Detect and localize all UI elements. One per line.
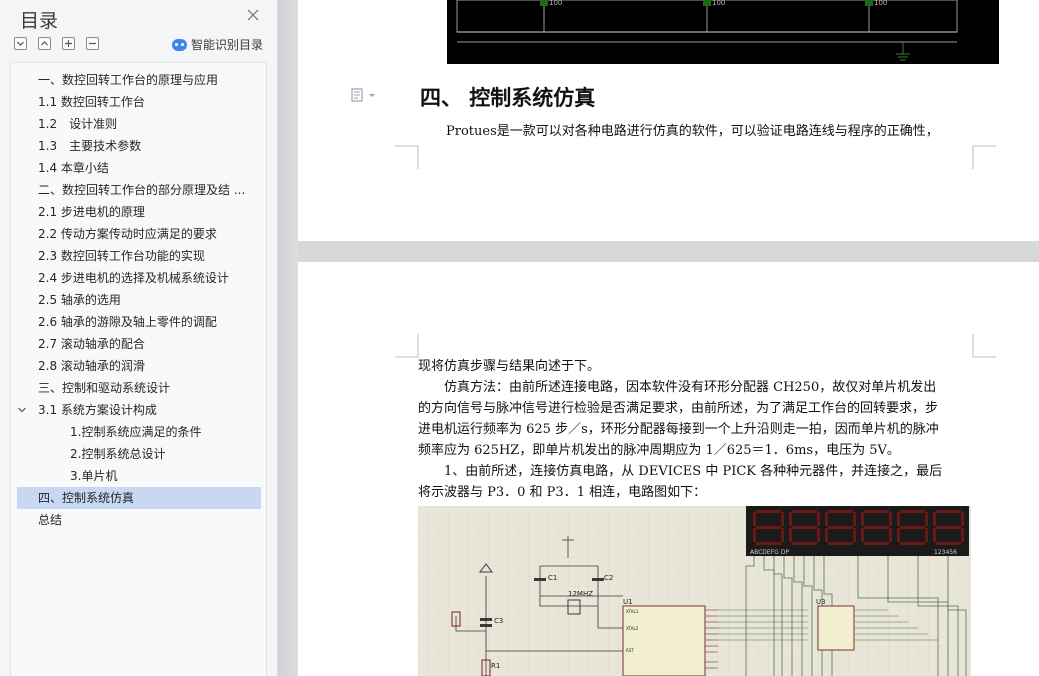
page-corner-mark [972,334,996,358]
toc-subitem[interactable]: 1.控制系统应满足的条件 [17,421,261,443]
smart-toc-button[interactable]: 智能识别目录 [172,36,263,53]
toc-item[interactable]: 1.2 设计准则 [17,113,261,135]
toc-item[interactable]: 2.2 传动方案传动时应满足的要求 [17,223,261,245]
paragraph-line: 将示波器与 P3．0 和 P3．1 相连，电路图如下： [418,485,707,500]
circuit-diagram: ABCDEFG DP 123456 U1 XTAL1 XTAL2 RST U3 … [418,506,971,676]
toc-item[interactable]: 2.4 步进电机的选择及机械系统设计 [17,267,261,289]
component-label: C2 [604,574,613,582]
toc-subitem[interactable]: 2.控制系统总设计 [17,443,261,465]
scroll-gutter [278,0,298,676]
toc-item[interactable]: 一、数控回转工作台的原理与应用 [17,69,261,91]
toc-item-active[interactable]: 四、控制系统仿真 [17,487,261,509]
component-label: C1 [548,574,557,582]
page-corner-mark [395,334,419,358]
seven-segment-display: ABCDEFG DP 123456 [746,506,969,556]
toc-item-expanded[interactable]: 3.1 系统方案设计构成 [17,399,261,421]
chip-label: U1 [623,598,633,606]
toc-item[interactable]: 2.3 数控回转工作台功能的实现 [17,245,261,267]
toc-list: 一、数控回转工作台的原理与应用 1.1 数控回转工作台 1.2 设计准则 1.3… [10,62,267,676]
toc-item[interactable]: 三、控制和驱动系统设计 [17,377,261,399]
paragraph-format-icon[interactable] [351,88,375,102]
add-heading-icon[interactable] [62,37,75,50]
component-label: R1 [491,662,500,670]
ai-robot-icon [172,38,187,51]
paragraph-line: 进电机运行频率为 625 步／s，环形分配器每接到一个上升沿则走一拍，因而单片机… [418,422,939,437]
smart-toc-label: 智能识别目录 [191,38,264,52]
chip-label: U3 [816,598,826,606]
toc-item[interactable]: 2.6 轴承的游隙及轴上零件的调配 [17,311,261,333]
paragraph-line: 的方向信号与脉冲信号进行检验是否满足要求，由前所述，为了满足工作台的回转要求，步 [418,401,939,416]
circuit-diagram-top: 100 100 100 [447,0,999,64]
section-heading: 四、 控制系统仿真 [420,85,596,110]
page-corner-mark [395,145,419,169]
pin-label: XTAL2 [626,626,639,631]
toc-item[interactable]: 2.5 轴承的选用 [17,289,261,311]
toc-item[interactable]: 二、数控回转工作台的部分原理及结 ... [17,179,261,201]
close-icon[interactable] [246,8,260,22]
component-label: 12MHZ [568,590,593,598]
toc-item[interactable]: 2.7 滚动轴承的配合 [17,333,261,355]
toc-item[interactable]: 1.3 主要技术参数 [17,135,261,157]
segment-pin-label: ABCDEFG DP [750,549,789,556]
intro-paragraph: Protues是一款可以对各种电路进行仿真的软件，可以验证电路连线与程序的正确性… [446,124,939,139]
resistor-label: 100 [712,0,725,7]
paragraph-line: 频率应为 625HZ，即单片机发出的脉冲周期应为 1／625＝1．6ms，电压为… [418,443,900,458]
pin-label: RST [626,648,634,653]
pin-label: XTAL1 [626,609,639,614]
expand-all-icon[interactable] [14,37,27,50]
toc-item[interactable]: 2.1 步进电机的原理 [17,201,261,223]
toc-toolbar [14,37,99,50]
component-label: C3 [494,617,503,625]
paragraph-line: 1、由前所述，连接仿真电路，从 DEVICES 中 PICK 各种种元器件，并连… [418,464,943,479]
toc-item[interactable]: 2.8 滚动轴承的润滑 [17,355,261,377]
segment-pin-label: 123456 [934,549,957,556]
page-corner-mark [972,145,996,169]
paragraph-line: 仿真方法：由前所述连接电路，因本软件没有环形分配器 CH250，故仅对单片机发出 [418,380,937,395]
collapse-all-icon[interactable] [38,37,51,50]
toc-item[interactable]: 总结 [17,509,261,531]
remove-heading-icon[interactable] [86,37,99,50]
resistor-label: 100 [549,0,562,7]
resistor-label: 100 [874,0,887,7]
toc-subitem[interactable]: 3.单片机 [17,465,261,487]
sidebar-title: 目录 [20,10,59,32]
toc-item[interactable]: 1.1 数控回转工作台 [17,91,261,113]
toc-item[interactable]: 1.4 本章小结 [17,157,261,179]
toc-sidebar: 目录 智能识别目录 一、数控回转工作台的原理与应用 1.1 数控回转工作台 1.… [0,0,278,676]
paragraph-line: 现将仿真步骤与结果向述于下。 [418,359,601,374]
